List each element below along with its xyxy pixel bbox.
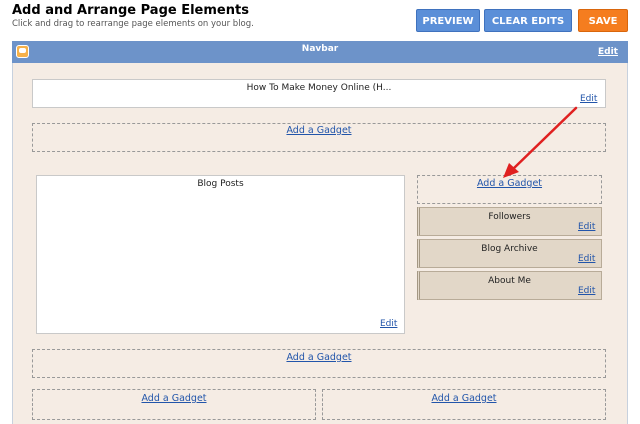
clear-edits-button[interactable]: CLEAR EDITS bbox=[484, 9, 572, 32]
page-title: Add and Arrange Page Elements bbox=[12, 3, 249, 18]
blog-posts-edit-link[interactable]: Edit bbox=[380, 319, 397, 329]
add-gadget-link-footer-left[interactable]: Add a Gadget bbox=[32, 393, 316, 404]
navbar-edit-link[interactable]: Edit bbox=[598, 47, 618, 57]
header-widget-title: How To Make Money Online (H... bbox=[246, 83, 392, 93]
followers-gadget-title: Followers bbox=[488, 212, 531, 222]
add-gadget-link-sidebar[interactable]: Add a Gadget bbox=[417, 178, 602, 189]
save-button[interactable]: SAVE bbox=[578, 9, 628, 32]
blog-archive-edit-link[interactable]: Edit bbox=[578, 254, 595, 264]
blog-archive-gadget-title: Blog Archive bbox=[481, 244, 538, 254]
followers-edit-link[interactable]: Edit bbox=[578, 222, 595, 232]
about-me-edit-link[interactable]: Edit bbox=[578, 286, 595, 296]
preview-button[interactable]: PREVIEW bbox=[416, 9, 480, 32]
add-gadget-link-footer[interactable]: Add a Gadget bbox=[32, 352, 606, 363]
blog-posts-widget[interactable] bbox=[36, 175, 405, 334]
header-widget-edit-link[interactable]: Edit bbox=[580, 94, 597, 104]
add-gadget-link-footer-right[interactable]: Add a Gadget bbox=[322, 393, 606, 404]
add-gadget-link-top[interactable]: Add a Gadget bbox=[32, 125, 606, 136]
page-subtitle: Click and drag to rearrange page element… bbox=[12, 19, 254, 29]
blog-posts-title: Blog Posts bbox=[197, 179, 244, 189]
navbar-title: Navbar bbox=[301, 44, 339, 54]
about-me-gadget-title: About Me bbox=[488, 276, 531, 286]
